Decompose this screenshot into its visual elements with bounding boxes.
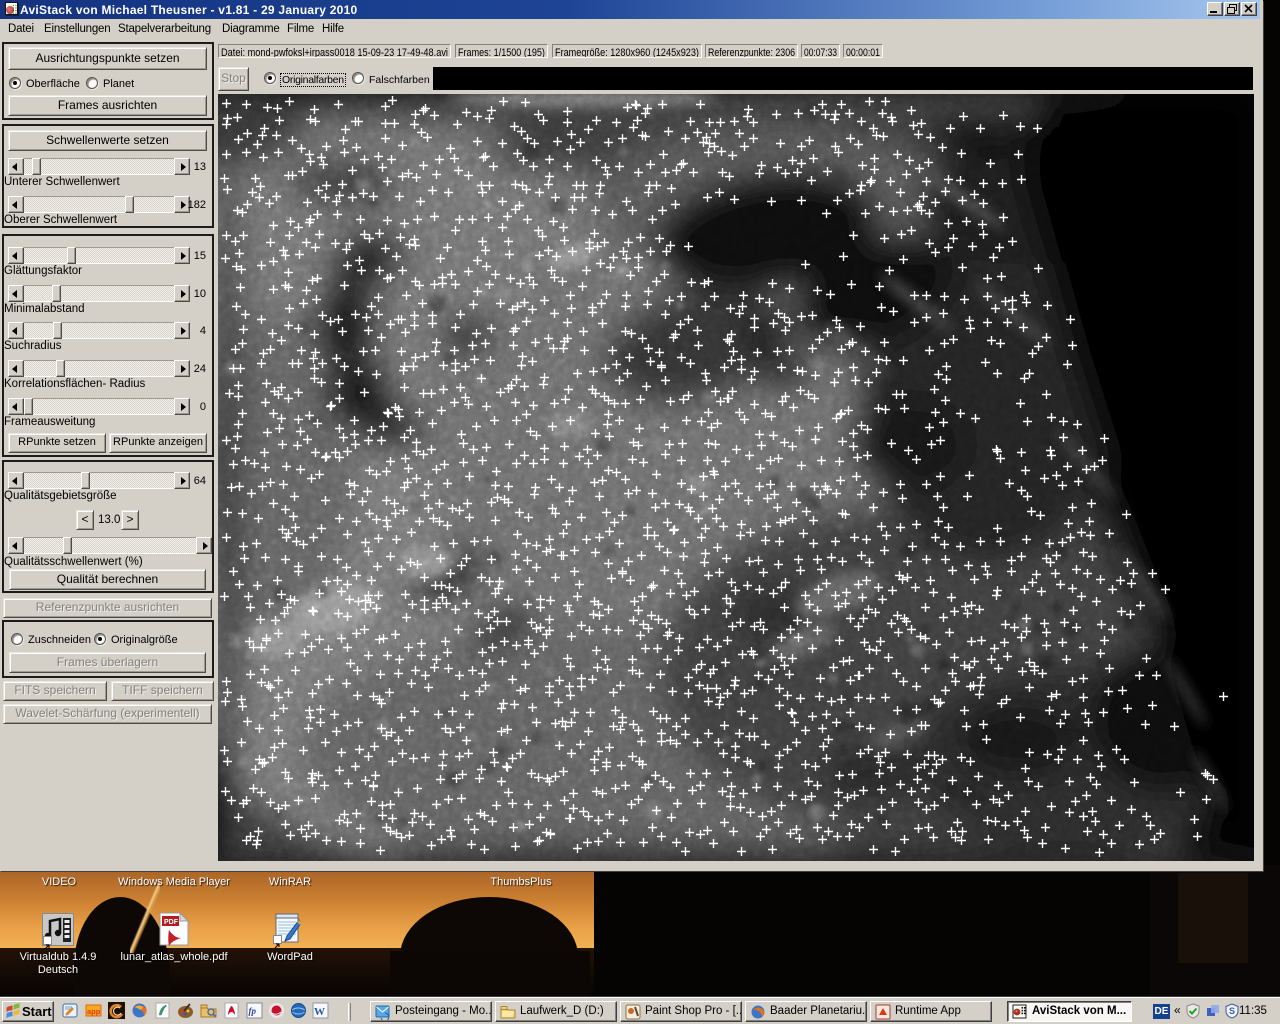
svg-text:W: W — [314, 1006, 325, 1018]
svg-text:PDF: PDF — [164, 919, 179, 926]
svg-text:S: S — [1229, 1006, 1235, 1016]
svg-text:app: app — [87, 1007, 101, 1016]
svg-text:fp: fp — [249, 1006, 257, 1016]
